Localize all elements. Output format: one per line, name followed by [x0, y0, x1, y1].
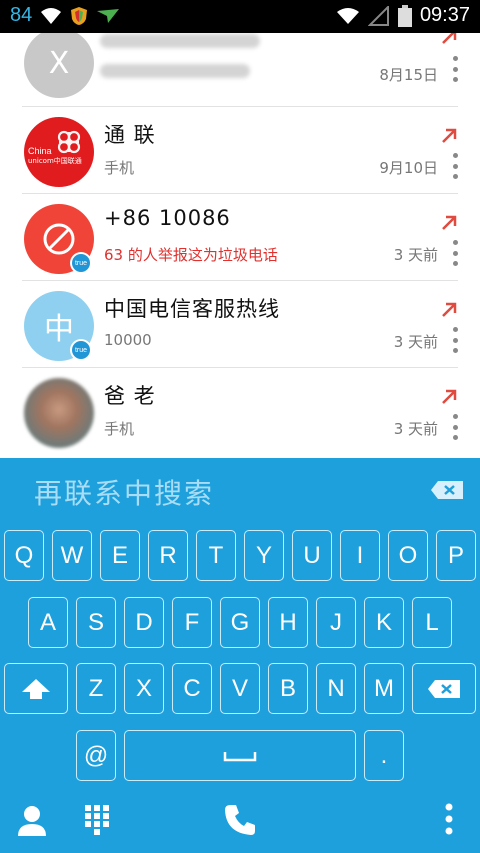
logo-line2: unicom中国联通 [28, 156, 82, 165]
key-x[interactable]: X [124, 663, 164, 714]
more-options-icon[interactable] [452, 153, 458, 179]
call-subtext: 10000 [104, 331, 152, 349]
avatar-letter: X [48, 45, 70, 81]
avatar[interactable]: X [24, 33, 94, 98]
key-q[interactable]: Q [4, 530, 44, 581]
key-r[interactable]: R [148, 530, 188, 581]
key-h[interactable]: H [268, 597, 308, 648]
key-v[interactable]: V [220, 663, 260, 714]
key-l[interactable]: L [412, 597, 452, 648]
dialer-keyboard-panel: 再联系中搜索 Q W E R T Y U I O P A S D F G H J… [0, 458, 480, 853]
clock: 09:37 [419, 4, 470, 26]
status-number: 84 [10, 4, 33, 26]
shift-key[interactable] [4, 663, 68, 714]
photo-avatar[interactable] [24, 378, 94, 448]
call-time: 3 天前 [393, 420, 438, 438]
key-dot[interactable]: . [364, 730, 404, 781]
battery-icon [397, 4, 412, 27]
more-options-icon[interactable] [452, 240, 458, 266]
no-signal-icon [367, 5, 389, 26]
outgoing-call-icon [442, 302, 457, 317]
unicom-logo-avatar[interactable]: China unicom中国联通 [24, 117, 94, 187]
search-hint[interactable]: 再联系中搜索 [34, 472, 214, 512]
shield-app-icon [71, 6, 88, 25]
call-subtext: 手机 [104, 420, 135, 438]
overflow-menu-icon[interactable] [444, 802, 454, 836]
space-bar-icon [223, 751, 257, 761]
key-a[interactable]: A [28, 597, 68, 648]
call-log-item[interactable]: X 8月15日 [0, 33, 480, 107]
key-at[interactable]: @ [76, 730, 116, 781]
contact-name: 中国电信客服热线 [104, 297, 280, 321]
key-s[interactable]: S [76, 597, 116, 648]
outgoing-call-icon [442, 215, 457, 230]
key-w[interactable]: W [52, 530, 92, 581]
key-y[interactable]: Y [244, 530, 284, 581]
contact-name: +86 10086 [104, 206, 231, 230]
backspace-key[interactable] [412, 663, 476, 714]
blurred-sub [100, 64, 250, 78]
backspace-icon [428, 679, 460, 698]
key-n[interactable]: N [316, 663, 356, 714]
key-u[interactable]: U [292, 530, 332, 581]
more-options-icon[interactable] [452, 414, 458, 440]
wifi-signal-icon [336, 7, 359, 24]
call-log-item[interactable]: 中 true 中国电信客服热线 10000 3 天前 [0, 281, 480, 368]
key-f[interactable]: F [172, 597, 212, 648]
call-log-item[interactable]: China unicom中国联通 通 联 手机 9月10日 [0, 107, 480, 194]
phone-call-icon[interactable] [222, 802, 258, 838]
key-o[interactable]: O [388, 530, 428, 581]
logo-line1: China [28, 146, 52, 156]
blurred-name [100, 34, 260, 48]
key-i[interactable]: I [340, 530, 380, 581]
more-options-icon[interactable] [452, 56, 458, 82]
call-subtext: 手机 [104, 159, 135, 177]
key-p[interactable]: P [436, 530, 476, 581]
call-log-list[interactable]: X 8月15日 China unicom中国联通 通 联 手机 9月10日 tr… [0, 33, 480, 458]
call-log-item[interactable]: true +86 10086 63 的人举报这为垃圾电话 3 天前 [0, 194, 480, 281]
wifi-icon [41, 7, 62, 24]
key-e[interactable]: E [100, 530, 140, 581]
dialpad-icon[interactable] [84, 804, 110, 836]
space-key[interactable] [124, 730, 356, 781]
key-c[interactable]: C [172, 663, 212, 714]
shift-arrow-icon [22, 678, 50, 699]
contact-name: 通 联 [104, 123, 156, 147]
truecaller-badge: true [70, 252, 92, 274]
unicom-knot-icon: China unicom中国联通 [28, 130, 82, 165]
key-k[interactable]: K [364, 597, 404, 648]
key-b[interactable]: B [268, 663, 308, 714]
truecaller-badge: true [70, 339, 92, 361]
call-log-item[interactable]: 爸 老 手机 3 天前 [0, 368, 480, 455]
key-m[interactable]: M [364, 663, 404, 714]
more-options-icon[interactable] [452, 327, 458, 353]
key-g[interactable]: G [220, 597, 260, 648]
key-z[interactable]: Z [76, 663, 116, 714]
spam-report-text: 63 的人举报这为垃圾电话 [104, 246, 278, 264]
contacts-icon[interactable] [16, 804, 48, 838]
call-time: 8月15日 [379, 66, 438, 84]
key-j[interactable]: J [316, 597, 356, 648]
key-t[interactable]: T [196, 530, 236, 581]
contact-name: 爸 老 [104, 384, 156, 408]
outgoing-call-icon [442, 128, 457, 143]
call-time: 3 天前 [393, 333, 438, 351]
call-time: 9月10日 [379, 159, 438, 177]
call-time: 3 天前 [393, 246, 438, 264]
outgoing-call-icon [442, 33, 457, 44]
plane-app-icon [97, 8, 120, 23]
clear-search-icon[interactable] [430, 480, 464, 500]
outgoing-call-icon [442, 389, 457, 404]
key-d[interactable]: D [124, 597, 164, 648]
status-bar: 84 09:37 [0, 0, 480, 33]
